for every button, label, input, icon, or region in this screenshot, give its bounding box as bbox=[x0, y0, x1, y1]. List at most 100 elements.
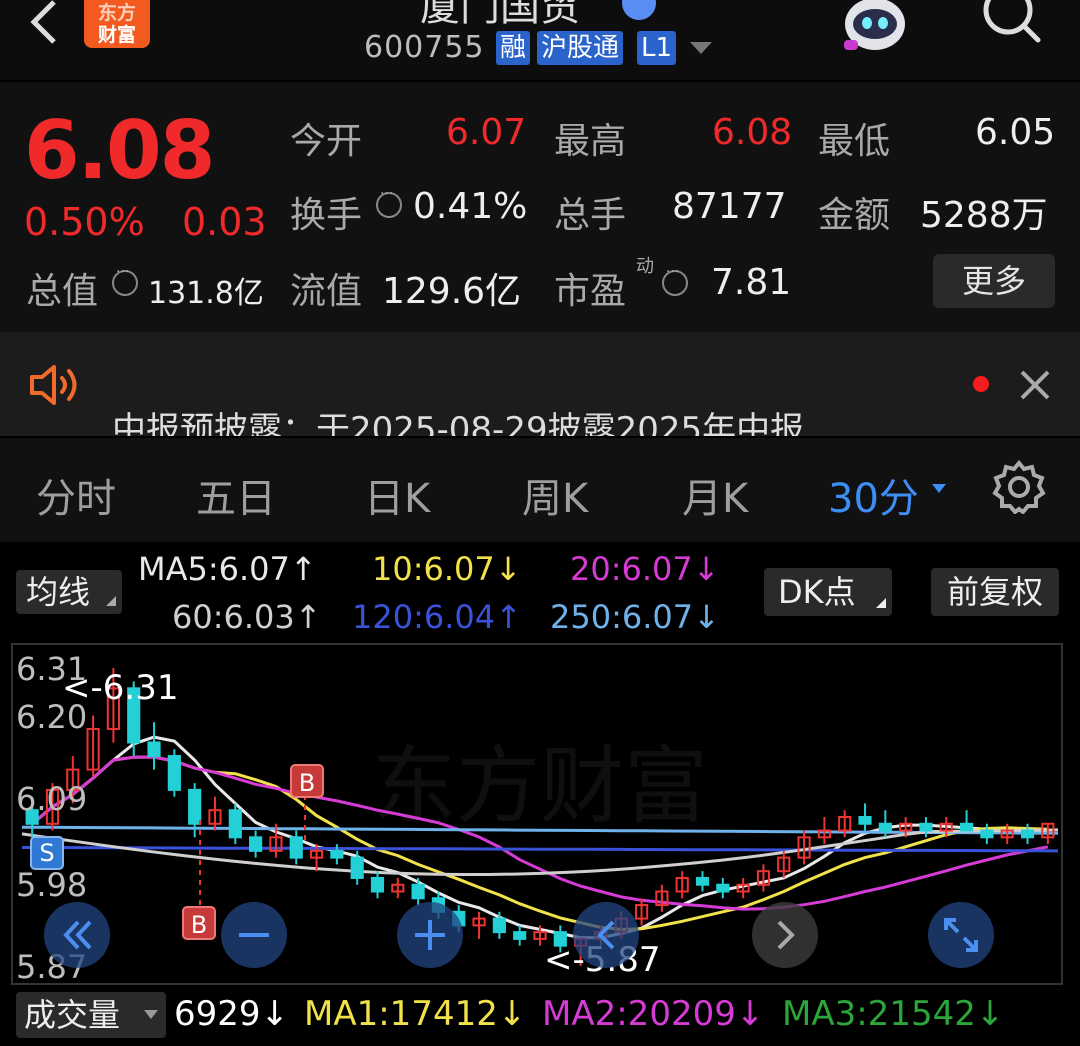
buy-signal-badge[interactable]: B bbox=[290, 764, 324, 798]
last-price: 6.08 bbox=[24, 104, 215, 197]
float-cap-label: 流值 bbox=[290, 271, 363, 312]
scroll-left-fast-icon[interactable] bbox=[44, 902, 110, 968]
fullscreen-icon[interactable] bbox=[928, 902, 994, 968]
ma120-value: 120:6.04↑ bbox=[352, 598, 522, 636]
open-label: 今开 bbox=[290, 121, 363, 162]
volume-ma3: MA3:21542↓ bbox=[782, 994, 1005, 1034]
back-arrow-icon[interactable] bbox=[20, 0, 70, 50]
assistant-robot-icon[interactable] bbox=[840, 0, 910, 54]
buy-signal-badge[interactable]: B bbox=[182, 906, 216, 940]
indicator-selector[interactable]: 均线 bbox=[16, 570, 122, 614]
close-icon[interactable] bbox=[1016, 366, 1054, 404]
tab-monthly-k[interactable]: 月K bbox=[682, 466, 748, 524]
candle-body bbox=[228, 809, 242, 839]
pe-value: 7.81 bbox=[711, 262, 792, 303]
top-bar: 东方 财富 厦门国贸 600755 融 沪股通 L1 bbox=[0, 0, 1080, 80]
level1-tag: L1 bbox=[637, 31, 677, 65]
scroll-right-icon[interactable] bbox=[752, 902, 818, 968]
tab-dropdown-icon[interactable] bbox=[932, 484, 946, 493]
pe-dynamic-mark: 动 bbox=[636, 256, 654, 277]
corner-triangle-icon bbox=[106, 596, 116, 606]
candle-body bbox=[960, 822, 974, 832]
notice-bar[interactable]: 中报预披露：于2025-08-29披露2025年中报 bbox=[0, 332, 1080, 436]
scroll-left-icon[interactable] bbox=[573, 902, 639, 968]
volume-legend: 成交量 6929↓ MA1:17412↓ MA2:20209↓ MA3:2154… bbox=[0, 988, 1080, 1046]
candle-body bbox=[249, 836, 263, 852]
tab-weekly-k[interactable]: 周K bbox=[522, 466, 588, 524]
high-value: 6.08 bbox=[712, 112, 793, 153]
stock-dropdown-icon[interactable] bbox=[690, 42, 712, 54]
tab-30min[interactable]: 30分 bbox=[828, 466, 919, 524]
change-amount: 0.03 bbox=[182, 200, 267, 244]
quote-panel: 6.08 0.50% 0.03 今开 6.07 最高 6.08 最低 6.05 … bbox=[0, 82, 1080, 332]
forward-adjust-button[interactable]: 前复权 bbox=[931, 568, 1059, 616]
volume-indicator-selector[interactable]: 成交量 bbox=[16, 992, 166, 1038]
ma10-value: 10:6.07↓ bbox=[372, 550, 522, 588]
ma20-value: 20:6.07↓ bbox=[570, 550, 720, 588]
ma5-value: MA5:6.07↑ bbox=[138, 550, 317, 588]
margin-tag: 融 bbox=[496, 31, 531, 65]
candle-body bbox=[370, 876, 385, 893]
candle-body bbox=[350, 856, 364, 879]
candle-body bbox=[980, 829, 994, 839]
market-cap-value: 131.8亿 bbox=[148, 276, 264, 311]
market-cap-label: 总值 bbox=[26, 271, 99, 312]
amount-value: 5288万 bbox=[920, 195, 1048, 236]
candle-body bbox=[188, 788, 202, 825]
turnover-value: 0.41% bbox=[413, 186, 528, 227]
more-button[interactable]: 更多 bbox=[933, 254, 1055, 308]
candle-body bbox=[147, 741, 161, 758]
dropdown-triangle-icon bbox=[144, 1010, 158, 1019]
unread-dot bbox=[973, 376, 989, 392]
candle-body bbox=[695, 876, 710, 886]
pe-label: 市盈 bbox=[554, 271, 627, 312]
y-tick: 5.98 bbox=[16, 866, 88, 904]
search-icon[interactable] bbox=[980, 0, 1042, 50]
zoom-out-icon[interactable] bbox=[221, 902, 287, 968]
y-tick: 6.09 bbox=[16, 780, 88, 818]
info-icon[interactable] bbox=[662, 264, 688, 296]
amount-label: 金额 bbox=[818, 195, 891, 236]
notice-text[interactable]: 中报预披露：于2025-08-29披露2025年中报 bbox=[112, 402, 804, 436]
candle-body bbox=[878, 822, 892, 832]
volume-ma1: MA1:17412↓ bbox=[304, 994, 527, 1034]
sell-signal-badge[interactable]: S bbox=[30, 836, 64, 870]
tab-daily-k[interactable]: 日K bbox=[364, 466, 430, 524]
volume-value: 87177 bbox=[672, 186, 787, 227]
ma250-value: 250:6.07↓ bbox=[550, 598, 720, 636]
candle-body bbox=[919, 822, 933, 832]
dk-point-button[interactable]: DK点 bbox=[764, 568, 892, 616]
stock-name: 厦门国贸 bbox=[420, 0, 580, 30]
volume-ma2: MA2:20209↓ bbox=[542, 994, 765, 1034]
open-value: 6.07 bbox=[446, 112, 527, 153]
low-label: 最低 bbox=[818, 121, 891, 162]
info-icon[interactable] bbox=[376, 186, 402, 218]
candle-body bbox=[167, 755, 181, 791]
candle-body bbox=[411, 883, 425, 900]
ma60-value: 60:6.03↑ bbox=[172, 598, 322, 636]
hk-connect-tag: 沪股通 bbox=[537, 31, 624, 65]
float-cap-value: 129.6亿 bbox=[382, 271, 522, 312]
info-icon[interactable] bbox=[112, 264, 138, 296]
corner-triangle-icon bbox=[876, 598, 886, 608]
ma-legend: 均线 MA5:6.07↑ 10:6.07↓ 20:6.07↓ 60:6.03↑ … bbox=[0, 542, 1080, 642]
candle-body bbox=[330, 849, 344, 859]
gear-icon[interactable] bbox=[992, 460, 1046, 514]
kline-chart[interactable]: 东方财富 6.31 6.20 6.09 5.98 5.87 <-6.31 <-5… bbox=[0, 640, 1080, 988]
volume-current: 6929↓ bbox=[174, 994, 290, 1034]
candle-body bbox=[513, 931, 527, 940]
volume-label: 总手 bbox=[554, 195, 627, 236]
candle-body bbox=[858, 816, 872, 825]
verified-icon bbox=[622, 0, 656, 20]
candle-body bbox=[492, 917, 506, 934]
zoom-in-icon[interactable] bbox=[397, 902, 463, 968]
eastmoney-logo: 东方 财富 bbox=[84, 0, 150, 48]
candle-body bbox=[716, 883, 730, 893]
speaker-icon bbox=[30, 365, 77, 405]
turnover-label: 换手 bbox=[290, 195, 363, 236]
high-annotation: <-6.31 bbox=[62, 668, 179, 708]
low-value: 6.05 bbox=[975, 112, 1056, 153]
tab-intraday[interactable]: 分时 bbox=[36, 466, 116, 524]
tab-five-day[interactable]: 五日 bbox=[196, 466, 276, 524]
candle-body bbox=[1020, 829, 1035, 839]
